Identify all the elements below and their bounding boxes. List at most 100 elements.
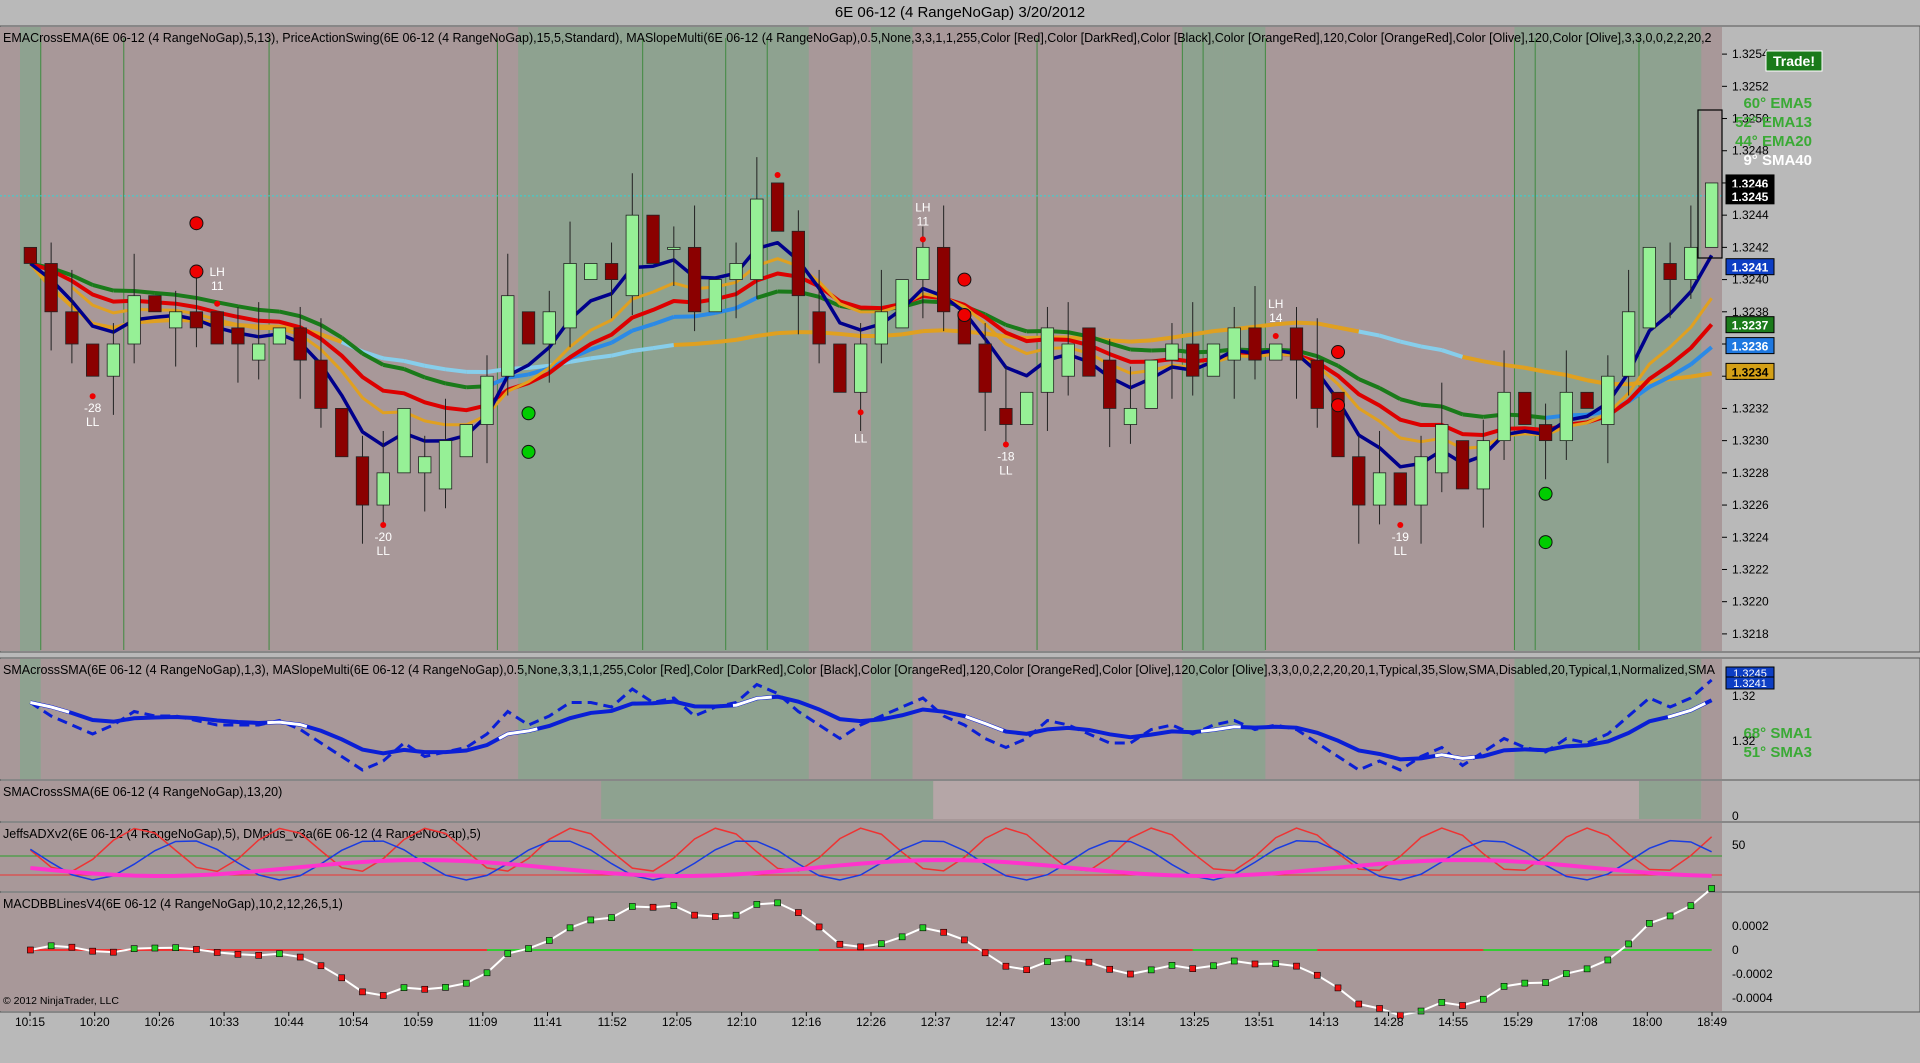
swing-high-label: LH	[915, 200, 930, 214]
time-tick-label: 12:26	[856, 1015, 886, 1029]
swing-low-value: -18	[997, 450, 1015, 464]
candle-up	[916, 246, 930, 280]
swing-low-label: LL	[999, 464, 1013, 478]
time-tick-label: 14:28	[1374, 1015, 1404, 1029]
price-tick-label: 1.3220	[1732, 595, 1769, 609]
candle-down	[355, 456, 370, 506]
candle-down	[148, 295, 162, 313]
candle-down	[521, 311, 536, 345]
ema20-segment	[154, 291, 176, 297]
macd-dot	[27, 946, 34, 954]
trend-region	[1514, 659, 1702, 779]
time-tick-label: 14:55	[1438, 1015, 1468, 1029]
macd-dot	[462, 979, 470, 987]
price-tick-label: 1.3244	[1732, 208, 1769, 222]
macd-dot	[1106, 965, 1113, 973]
bull-cross-dot	[521, 444, 536, 459]
price-tick-label: 1.3230	[1732, 434, 1769, 448]
time-tick-label: 11:09	[468, 1015, 497, 1029]
macd-dot	[379, 992, 387, 999]
sma40-segment	[922, 328, 944, 334]
macd-dot	[1583, 965, 1591, 973]
price-tick-label: 1.3218	[1732, 627, 1769, 641]
macd-dot	[961, 936, 968, 944]
candle-down	[335, 408, 349, 458]
time-tick-label: 14:13	[1309, 1015, 1339, 1029]
macd-dot	[296, 953, 304, 961]
candle-up	[1123, 408, 1138, 425]
candle-up	[1435, 424, 1449, 474]
candle-up	[625, 214, 639, 297]
time-tick-label: 12:47	[985, 1015, 1015, 1029]
macd-dot	[1417, 1007, 1425, 1015]
candle-up	[1061, 343, 1075, 377]
macd-dot	[1687, 902, 1695, 909]
candle-down	[1518, 391, 1532, 425]
chart-canvas[interactable]: 1.32541.32521.32501.32481.32461.32441.32…	[0, 0, 1920, 1063]
candle-up	[418, 456, 432, 474]
macd-dot	[1459, 1002, 1466, 1009]
candle-up	[1601, 375, 1615, 425]
candle-up	[501, 295, 515, 377]
macd-tick-label: -0.0004	[1732, 991, 1773, 1005]
candle-down	[1103, 359, 1117, 409]
macd-dot	[670, 902, 678, 909]
smacross-region	[933, 781, 1702, 819]
macd-dot	[1168, 962, 1176, 969]
candle-up	[563, 263, 577, 329]
macd-dot	[1210, 962, 1217, 970]
candle-up	[1476, 440, 1490, 490]
candle-down	[1186, 343, 1200, 377]
macd-dot	[504, 950, 512, 957]
macd-dot	[1376, 1005, 1383, 1012]
macd-tick-label: -0.0002	[1732, 967, 1773, 981]
macd-dot	[545, 937, 553, 944]
macd-dot	[898, 933, 906, 941]
macd-dot	[753, 901, 761, 908]
macd-dot	[691, 911, 698, 919]
time-tick-label: 13:51	[1244, 1015, 1274, 1029]
sma40-segment	[777, 330, 799, 336]
swing-low-dot	[1002, 441, 1009, 448]
macd-dot	[213, 949, 221, 956]
swing-low-label: LL	[86, 415, 100, 429]
candle-down	[999, 408, 1013, 425]
candle-up	[708, 279, 722, 313]
candle-down	[812, 311, 826, 345]
candle-down	[1248, 327, 1262, 361]
candle-up	[480, 375, 494, 425]
candle-up	[895, 279, 909, 329]
sma40-segment	[1130, 338, 1152, 344]
macd-dot	[1334, 984, 1342, 992]
slope-legend-item: 44° EMA20	[1735, 133, 1812, 150]
trend-region	[1514, 27, 1702, 651]
candle-up	[272, 327, 287, 345]
candle-up	[1684, 246, 1698, 280]
price-tick-label: 1.3226	[1732, 498, 1769, 512]
ema20-segment	[133, 289, 156, 296]
price-badge-text: 1.3245	[1732, 190, 1769, 204]
candle-up	[1040, 327, 1055, 393]
trend-region	[1182, 659, 1224, 779]
swing-low-value: -28	[84, 401, 102, 415]
candle-up	[127, 295, 141, 345]
sma40-segment	[590, 353, 612, 361]
time-tick-label: 12:10	[727, 1015, 757, 1029]
candle-down	[1082, 327, 1096, 377]
macd-dot	[1189, 965, 1197, 972]
macd-dot	[919, 924, 927, 932]
macd-tick-label: 0.0002	[1732, 919, 1769, 933]
candle-up	[397, 408, 411, 474]
macd-dot	[1044, 958, 1051, 965]
macd-dot	[1064, 955, 1072, 963]
candle-up	[1227, 327, 1241, 361]
bull-cross-dot	[521, 406, 536, 421]
candle-up	[542, 311, 556, 345]
macd-dot	[857, 943, 864, 951]
candle-up	[1497, 391, 1511, 442]
macd-dot	[276, 950, 283, 958]
swing-low-value: -20	[375, 530, 393, 544]
bear-cross-dot	[1331, 345, 1346, 360]
copyright: © 2012 NinjaTrader, LLC	[3, 995, 119, 1007]
macd-dot	[1563, 970, 1570, 977]
